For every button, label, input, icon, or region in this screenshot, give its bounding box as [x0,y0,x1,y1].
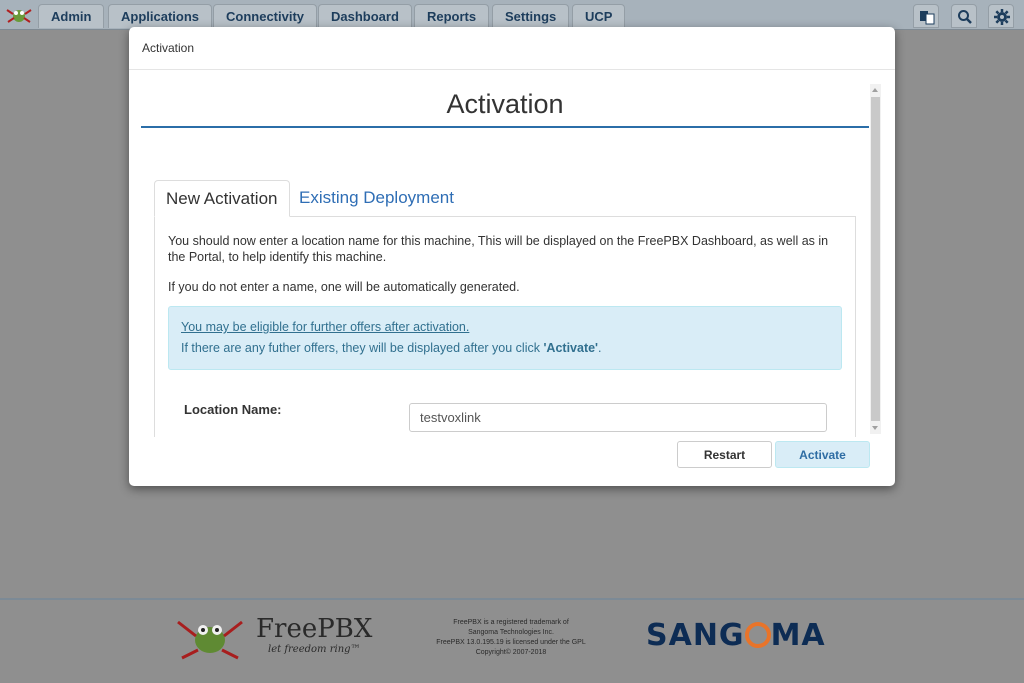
nav-dashboard[interactable]: Dashboard [318,4,412,28]
freepbx-frog-logo [177,620,243,660]
nav-settings[interactable]: Settings [492,4,570,28]
activation-modal: Activation Activation New Activation Exi… [129,27,895,486]
legal-line: Copyright© 2007-2018 [475,649,547,656]
legal-text: FreePBX is a registered trademark of San… [408,618,614,658]
nav-applications[interactable]: Applications [108,4,213,28]
settings-button[interactable] [988,4,1014,28]
scroll-down-icon[interactable] [872,426,878,430]
tab-new-activation[interactable]: New Activation [154,180,290,217]
intro-text: You should now enter a location name for… [168,234,829,264]
location-name-label: Location Name: [184,402,282,417]
scroll-up-icon[interactable] [872,88,878,92]
legal-line: FreePBX 13.0.195.19 is licensed under th… [436,639,586,646]
offers-alert: You may be eligible for further offers a… [168,306,842,370]
sangoma-logo: SANG MA [646,618,826,653]
modal-header: Activation [129,27,895,70]
offers-text: If there are any futher offers, they wil… [181,341,602,355]
scroll-thumb[interactable] [871,97,880,421]
top-navbar: Admin Applications Connectivity Dashboar… [0,0,1024,30]
language-button[interactable] [913,4,939,28]
offers-link[interactable]: You may be eligible for further offers a… [181,320,469,334]
freepbx-tagline: let freedom ring™ [268,644,361,655]
activate-button[interactable]: Activate [775,441,870,468]
search-button[interactable] [951,4,977,28]
nav-ucp[interactable]: UCP [572,4,626,28]
legal-line: FreePBX is a registered trademark of [453,619,569,626]
modal-scrollbar[interactable] [870,84,881,434]
tab-existing-deployment[interactable]: Existing Deployment [288,180,465,217]
tab-panel: You should now enter a location name for… [154,216,856,437]
search-icon [958,10,972,24]
nav-admin[interactable]: Admin [38,4,105,28]
freepbx-wordmark: FreePBX [256,614,373,644]
note-text: If you do not enter a name, one will be … [168,280,520,294]
modal-body: Activation New Activation Existing Deplo… [141,82,881,437]
page-title: Activation [141,82,869,128]
language-icon [920,11,935,25]
location-name-input[interactable] [409,403,827,432]
nav-connectivity[interactable]: Connectivity [213,4,318,28]
nav-reports[interactable]: Reports [414,4,490,28]
footer: FreePBX let freedom ring™ FreePBX is a r… [0,598,1024,683]
freepbx-logo-icon[interactable] [4,5,34,25]
gear-icon [994,9,1010,25]
legal-line: Sangoma Technologies Inc. [468,629,554,636]
restart-button[interactable]: Restart [677,441,772,468]
